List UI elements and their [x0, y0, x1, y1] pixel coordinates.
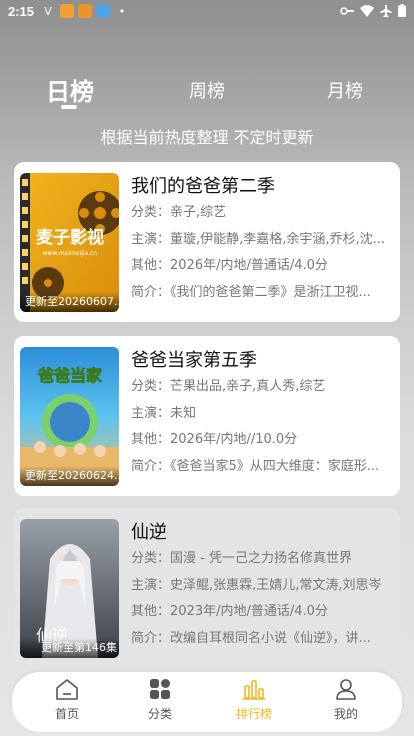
tab-daily[interactable]: 日榜	[46, 72, 94, 107]
show-summary: 简介：《爸爸当家5》从四大维度：家庭形...	[131, 458, 380, 474]
ranking-card[interactable]: 麦子影视 www.maimaijia.cn 更新至20260607... 我们的…	[14, 162, 400, 322]
poster-logo-text: 麦子影视	[36, 227, 104, 248]
show-cast: 主演：史泽鲲,张惠霖,王婧儿,常文涛,刘思岑	[131, 577, 382, 593]
airplane-icon	[380, 4, 392, 17]
app-notification-icon	[60, 4, 74, 18]
nav-category-label: 分类	[147, 707, 172, 721]
show-other: 其他：2026年/内地//10.0分	[131, 432, 298, 447]
poster-image[interactable]: 麦子影视 www.maimaijia.cn 更新至20260607...	[20, 173, 119, 312]
nav-profile[interactable]: 我的	[316, 678, 376, 722]
key-icon	[340, 6, 354, 15]
update-badge: 更新至20260607...	[20, 292, 119, 312]
update-badge: 更新至20260624...	[20, 466, 119, 486]
poster-image[interactable]: 仙逆 更新至第146集	[20, 519, 119, 658]
tab-weekly[interactable]: 周榜	[189, 77, 225, 103]
wifi-icon	[360, 4, 374, 17]
tab-monthly[interactable]: 月榜	[327, 77, 363, 103]
show-category: 分类：国漫 - 凭一己之力扬名修真世界	[131, 551, 352, 566]
show-summary: 简介：《我们的爸爸第二季》是浙江卫视...	[131, 284, 371, 300]
battery-icon	[398, 4, 406, 17]
show-other: 其他：2023年/内地/普通话/4.0分	[131, 604, 328, 619]
dot-icon: •	[118, 4, 126, 18]
bottom-nav: 首页 分类 排行榜 我的	[12, 672, 402, 732]
nav-category[interactable]: 分类	[130, 678, 190, 722]
ranking-card[interactable]: 爸爸当家 更新至20260624... 爸爸当家第五季 分类：芒果出品,亲子,真…	[14, 336, 400, 496]
show-title[interactable]: 我们的爸爸第二季	[131, 174, 389, 200]
nav-ranking[interactable]: 排行榜	[224, 678, 284, 722]
status-time: 2:15	[8, 4, 35, 19]
profile-icon	[336, 679, 356, 700]
home-icon	[56, 679, 78, 700]
status-bar: 2:15 V •	[0, 0, 414, 24]
category-icon	[150, 679, 170, 699]
show-cast: 主演：董璇,伊能静,李嘉格,余宇涵,乔杉,沈...	[131, 231, 386, 247]
app-notification-icon	[78, 4, 92, 18]
ranking-icon	[243, 680, 265, 700]
nav-home-label: 首页	[54, 707, 79, 721]
poster-image[interactable]: 爸爸当家 更新至20260624...	[20, 347, 119, 486]
nav-profile-label: 我的	[333, 707, 358, 721]
show-category: 分类：亲子,综艺	[131, 205, 227, 220]
tab-indicator	[61, 105, 77, 109]
ranking-card[interactable]: 仙逆 更新至第146集 仙逆 分类：国漫 - 凭一己之力扬名修真世界 主演：史泽…	[14, 508, 400, 668]
show-summary: 简介：改编自耳根同名小说《仙逆》，讲...	[131, 630, 371, 646]
show-title[interactable]: 仙逆	[131, 520, 389, 546]
show-other: 其他：2026年/内地/普通话/4.0分	[131, 258, 328, 273]
show-category: 分类：芒果出品,亲子,真人秀,综艺	[131, 379, 326, 394]
carrier-icon: V	[44, 4, 52, 18]
app-notification-icon	[96, 4, 110, 18]
poster-logo-text: 爸爸当家	[37, 366, 103, 385]
ranking-tabs: 日榜 周榜 月榜	[0, 70, 414, 110]
nav-home[interactable]: 首页	[37, 678, 97, 722]
ranking-subtitle: 根据当前热度整理 不定时更新	[100, 128, 314, 147]
show-title[interactable]: 爸爸当家第五季	[131, 348, 389, 374]
update-badge: 更新至第146集	[20, 638, 119, 658]
poster-logo-subtext: www.maimaijia.cn	[43, 250, 98, 257]
show-cast: 主演：未知	[131, 405, 197, 421]
nav-ranking-label: 排行榜	[235, 707, 272, 721]
